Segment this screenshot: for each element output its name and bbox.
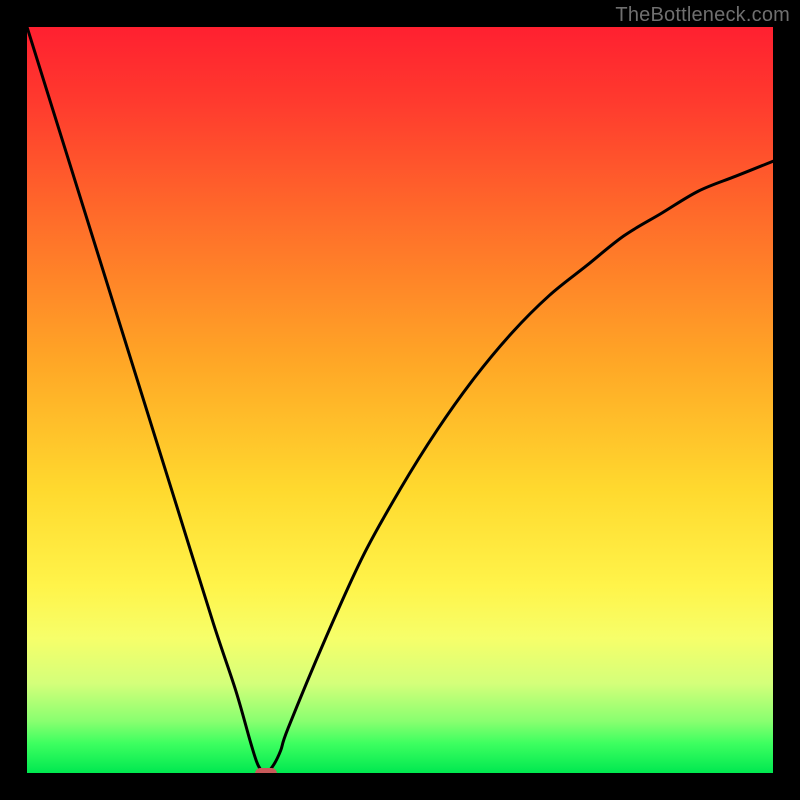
chart-frame: TheBottleneck.com (0, 0, 800, 800)
minimum-marker (255, 768, 277, 774)
plot-area (27, 27, 773, 773)
bottleneck-curve (27, 27, 773, 773)
watermark-text: TheBottleneck.com (615, 4, 790, 27)
